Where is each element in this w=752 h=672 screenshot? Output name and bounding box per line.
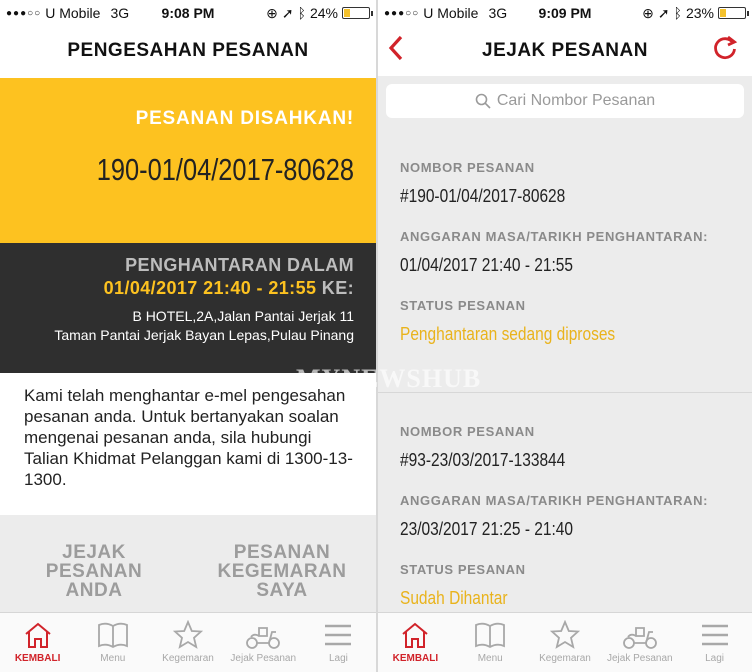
order-card[interactable]: NOMBOR PESANAN #190-01/04/2017-80628 ANG… — [378, 160, 752, 367]
battery-percent: 24% — [309, 5, 338, 21]
order-number: #190-01/04/2017-80628 — [400, 186, 566, 206]
clock: 9:09 PM — [538, 5, 592, 21]
tab-bar: KEMBALI Menu Kegemaran Jejak Pesanan Lag… — [0, 612, 376, 672]
delivery-time-label: ANGGARAN MASA/TARIKH PENGHANTARAN: — [400, 493, 709, 508]
delivery-panel: PENGHANTARAN DALAM 01/04/2017 21:40 - 21… — [0, 243, 376, 373]
signal-icon: ●●●○○ — [384, 7, 420, 19]
tab-label: Menu — [477, 653, 503, 664]
order-number: 190-01/04/2017-80628 — [96, 152, 355, 187]
book-icon — [474, 619, 506, 651]
track-order-label-3: ANDA — [65, 580, 123, 601]
confirmation-banner: PESANAN DISAHKAN! 190-01/04/2017-80628 — [0, 78, 376, 243]
search-bar: Cari Nombor Pesanan — [378, 76, 752, 126]
tab-jejak-pesanan[interactable]: Jejak Pesanan — [602, 613, 677, 672]
tab-label: Jejak Pesanan — [606, 653, 673, 664]
lock-rotation-icon: ⊕ — [642, 4, 654, 21]
order-status-label: STATUS PESANAN — [400, 298, 526, 313]
back-chevron-icon[interactable] — [388, 35, 404, 68]
favorite-orders-label-1: PESANAN — [233, 542, 331, 563]
tab-bar: KEMBALI Menu Kegemaran Jejak Pesanan Lag… — [378, 612, 752, 672]
scooter-icon — [622, 619, 658, 651]
home-icon — [400, 619, 430, 651]
order-status: Penghantaran sedang diproses — [400, 324, 616, 344]
tab-menu[interactable]: Menu — [453, 613, 528, 672]
order-status: Sudah Dihantar — [400, 588, 508, 608]
refresh-icon[interactable] — [712, 35, 738, 68]
star-icon — [549, 619, 580, 651]
favorite-orders-label-3: SAYA — [256, 580, 308, 601]
network-type: 3G — [488, 5, 508, 21]
bluetooth-icon: ᛒ — [297, 5, 306, 21]
tab-kegemaran[interactable]: Kegemaran — [150, 613, 225, 672]
delivery-time: 01/04/2017 21:40 - 21:55 — [400, 255, 574, 275]
tab-lagi[interactable]: Lagi — [677, 613, 752, 672]
delivery-time: 01/04/2017 21:40 - 21:55 — [103, 278, 317, 298]
location-icon: ➚ — [657, 4, 670, 21]
card-divider — [378, 392, 752, 393]
order-number-label: NOMBOR PESANAN — [400, 424, 535, 439]
lock-rotation-icon: ⊕ — [266, 4, 278, 21]
confirmed-heading: PESANAN DISAHKAN! — [135, 108, 354, 129]
delivery-time-label: ANGGARAN MASA/TARIKH PENGHANTARAN: — [400, 229, 709, 244]
tab-label: Kegemaran — [162, 653, 214, 664]
hamburger-icon — [323, 619, 353, 651]
nav-bar: JEJAK PESANAN — [378, 26, 752, 76]
page-title: JEJAK PESANAN — [482, 40, 648, 61]
carrier-name: U Mobile — [423, 5, 479, 21]
favorite-orders-button[interactable]: PESANAN KEGEMARAN SAYA — [188, 515, 376, 612]
order-status-label: STATUS PESANAN — [400, 562, 526, 577]
address-line-1: B HOTEL,2A,Jalan Pantai Jerjak 11 — [132, 308, 354, 324]
carrier-name: U Mobile — [45, 5, 101, 21]
tab-label: Menu — [100, 653, 126, 664]
status-bar: ●●●○○ U Mobile 3G 9:09 PM ⊕ ➚ ᛒ 23% — [378, 0, 752, 26]
tab-label: Lagi — [705, 653, 725, 664]
status-bar: ●●●○○ U Mobile 3G 9:08 PM ⊕ ➚ ᛒ 24% — [0, 0, 376, 26]
tab-label: KEMBALI — [14, 653, 61, 664]
tab-jejak-pesanan[interactable]: Jejak Pesanan — [226, 613, 301, 672]
search-icon — [475, 93, 491, 109]
delivery-to-label: KE: — [321, 278, 354, 298]
tab-kembali[interactable]: KEMBALI — [378, 613, 453, 672]
location-icon: ➚ — [281, 4, 294, 21]
book-icon — [97, 619, 129, 651]
tab-label: KEMBALI — [392, 653, 439, 664]
tab-kegemaran[interactable]: Kegemaran — [528, 613, 603, 672]
tab-lagi[interactable]: Lagi — [301, 613, 376, 672]
track-order-label-1: JEJAK — [62, 542, 126, 563]
tab-menu[interactable]: Menu — [75, 613, 150, 672]
delivery-time: 23/03/2017 21:25 - 21:40 — [400, 519, 574, 539]
scooter-icon — [245, 619, 281, 651]
order-number-label: NOMBOR PESANAN — [400, 160, 535, 175]
tab-label: Kegemaran — [539, 653, 591, 664]
star-icon — [173, 619, 203, 651]
bluetooth-icon: ᛒ — [673, 5, 682, 21]
signal-icon: ●●●○○ — [6, 7, 42, 19]
home-icon — [23, 619, 53, 651]
address-line-2: Taman Pantai Jerjak Bayan Lepas,Pulau Pi… — [54, 327, 354, 343]
track-order-button[interactable]: JEJAK PESANAN ANDA — [0, 515, 188, 612]
search-placeholder: Cari Nombor Pesanan — [496, 92, 656, 109]
battery-percent: 23% — [685, 5, 714, 21]
tab-label: Jejak Pesanan — [230, 653, 297, 664]
search-input[interactable]: Cari Nombor Pesanan — [386, 84, 744, 118]
action-buttons: JEJAK PESANAN ANDA PESANAN KEGEMARAN SAY… — [0, 515, 376, 612]
tab-kembali[interactable]: KEMBALI — [0, 613, 75, 672]
hamburger-icon — [700, 619, 730, 651]
battery-icon — [718, 7, 749, 19]
track-order-label-2: PESANAN — [45, 561, 143, 582]
order-number: #93-23/03/2017-133844 — [400, 450, 566, 470]
confirmation-message: Kami telah menghantar e-mel pengesahan p… — [24, 386, 353, 489]
page-title: PENGESAHAN PESANAN — [67, 40, 309, 61]
clock: 9:08 PM — [161, 5, 215, 21]
tab-label: Lagi — [328, 653, 348, 664]
favorite-orders-label-2: KEGEMARAN — [217, 561, 347, 582]
battery-icon — [342, 7, 373, 19]
order-tracking-screen: ●●●○○ U Mobile 3G 9:09 PM ⊕ ➚ ᛒ 23% JEJA… — [378, 0, 752, 672]
network-type: 3G — [110, 5, 130, 21]
order-confirmation-screen: ●●●○○ U Mobile 3G 9:08 PM ⊕ ➚ ᛒ 24% PENG… — [0, 0, 376, 672]
order-card[interactable]: NOMBOR PESANAN #93-23/03/2017-133844 ANG… — [378, 424, 752, 631]
delivery-label: PENGHANTARAN DALAM — [125, 255, 354, 275]
nav-bar: PENGESAHAN PESANAN — [0, 26, 376, 76]
